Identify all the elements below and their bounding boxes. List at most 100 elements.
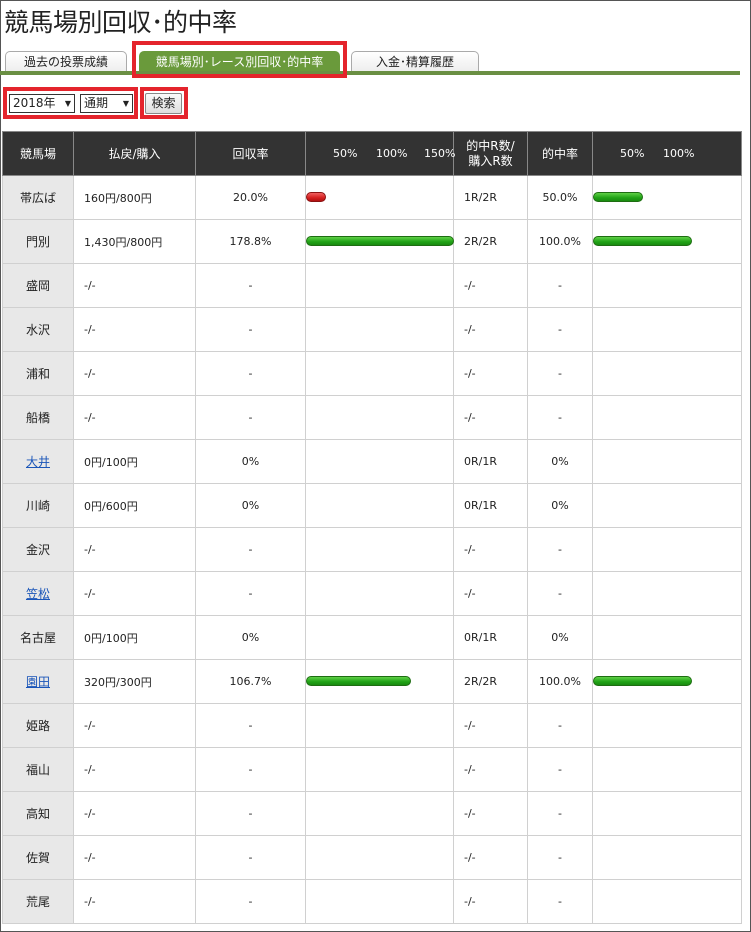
hits-cell: -/- [453,879,528,924]
recovery-bar-cell [305,219,454,264]
hit-bar-cell [592,791,742,836]
year-select-value: 2018年 [13,96,56,110]
table-row: 門別 1,430円/800円 178.8% 2R/2R 100.0% [2,219,742,264]
search-button[interactable]: 検索 [145,93,182,114]
recovery-tick: 50% [333,147,358,160]
hit-rate-cell: 0% [527,615,593,660]
venue-cell: 佐賀 [2,835,74,880]
venue-label: 名古屋 [19,631,56,645]
venue-label: 帯広ば [19,191,56,205]
payout-cell: -/- [73,307,196,352]
hit-bar-cell [592,263,742,308]
period-select[interactable]: 通期 ▼ [80,94,133,113]
hits-cell: 1R/2R [453,175,528,220]
hits-cell: 0R/1R [453,483,528,528]
hits-cell: 0R/1R [453,439,528,484]
venue-cell: 荒尾 [2,879,74,924]
venue-cell: 園田 [2,659,74,704]
recovery-cell: - [195,791,306,836]
tab-deposit-history[interactable]: 入金･精算履歴 [351,51,479,73]
hit-rate-cell: - [527,527,593,572]
recovery-bar [306,236,454,246]
hits-cell: -/- [453,307,528,352]
recovery-bar-cell [305,835,454,880]
hits-cell: 0R/1R [453,615,528,660]
hit-rate-cell: 50.0% [527,175,593,220]
table-row: 福山 -/- - -/- - [2,747,742,792]
recovery-cell: - [195,879,306,924]
payout-cell: -/- [73,395,196,440]
period-select-value: 通期 [84,96,109,110]
table-header-row: 競馬場 払戻/購入 回収率 50% 100% 150% 的中R数/ 購入R数 的… [2,131,742,176]
hit-bar-cell [592,483,742,528]
recovery-bar-cell [305,395,454,440]
venue-label: 姫路 [25,719,50,733]
venue-cell: 金沢 [2,527,74,572]
recovery-cell: 0% [195,483,306,528]
venue-cell: 高知 [2,791,74,836]
venue-link[interactable]: 大井 [26,455,50,469]
recovery-bar-cell [305,659,454,704]
hits-cell: -/- [453,395,528,440]
venue-cell: 姫路 [2,703,74,748]
recovery-bar [306,676,412,686]
venue-link[interactable]: 笠松 [26,587,50,601]
payout-cell: -/- [73,835,196,880]
payout-cell: -/- [73,703,196,748]
venue-cell: 大井 [2,439,74,484]
header-hit-bar: 50% 100% [592,131,742,176]
venue-link[interactable]: 園田 [26,675,50,689]
venue-label: 福山 [25,763,50,777]
recovery-bar [306,192,326,202]
hit-rate-cell: - [527,307,593,352]
hit-rate-bar [593,192,643,202]
year-select[interactable]: 2018年 ▼ [9,94,75,113]
hits-cell: -/- [453,527,528,572]
hit-bar-cell [592,747,742,792]
tab-venue-recovery[interactable]: 競馬場別･レース別回収･的中率 [139,51,340,73]
hit-bar-cell [592,703,742,748]
table-row: 水沢 -/- - -/- - [2,307,742,352]
hit-rate-bar [593,676,692,686]
hit-bar-cell [592,439,742,484]
payout-cell: -/- [73,791,196,836]
table-row: 笠松 -/- - -/- - [2,571,742,616]
payout-cell: -/- [73,571,196,616]
hit-rate-cell: - [527,835,593,880]
table-row: 名古屋 0円/100円 0% 0R/1R 0% [2,615,742,660]
hit-rate-cell: 0% [527,439,593,484]
venue-cell: 川崎 [2,483,74,528]
header-hits-line1: 的中R数/ [466,138,515,153]
tab-betting-history[interactable]: 過去の投票成績 [5,51,127,73]
hit-bar-cell [592,527,742,572]
header-recovery: 回収率 [195,131,306,176]
table-row: 荒尾 -/- - -/- - [2,879,742,924]
header-hits-line2: 購入R数 [468,153,513,168]
recovery-bar-cell [305,175,454,220]
table-row: 川崎 0円/600円 0% 0R/1R 0% [2,483,742,528]
venue-cell: 水沢 [2,307,74,352]
hit-rate-cell: - [527,879,593,924]
table-row: 佐賀 -/- - -/- - [2,835,742,880]
venue-label: 盛岡 [25,279,50,293]
hit-bar-cell [592,219,742,264]
recovery-cell: - [195,703,306,748]
venue-cell: 福山 [2,747,74,792]
hit-rate-cell: - [527,747,593,792]
venue-cell: 門別 [2,219,74,264]
hit-rate-cell: - [527,703,593,748]
recovery-cell: - [195,527,306,572]
hit-bar-cell [592,835,742,880]
hits-cell: -/- [453,835,528,880]
payout-cell: 1,430円/800円 [73,219,196,264]
venue-label: 水沢 [25,323,50,337]
hit-rate-cell: 100.0% [527,659,593,704]
recovery-bar-cell [305,483,454,528]
header-hits: 的中R数/ 購入R数 [453,131,528,176]
recovery-cell: - [195,351,306,396]
venue-label: 船橋 [25,411,50,425]
tab-bar-line [0,71,740,75]
page-title: 競馬場別回収･的中率 [4,8,237,37]
header-payout: 払戻/購入 [73,131,196,176]
header-hit-rate: 的中率 [527,131,593,176]
